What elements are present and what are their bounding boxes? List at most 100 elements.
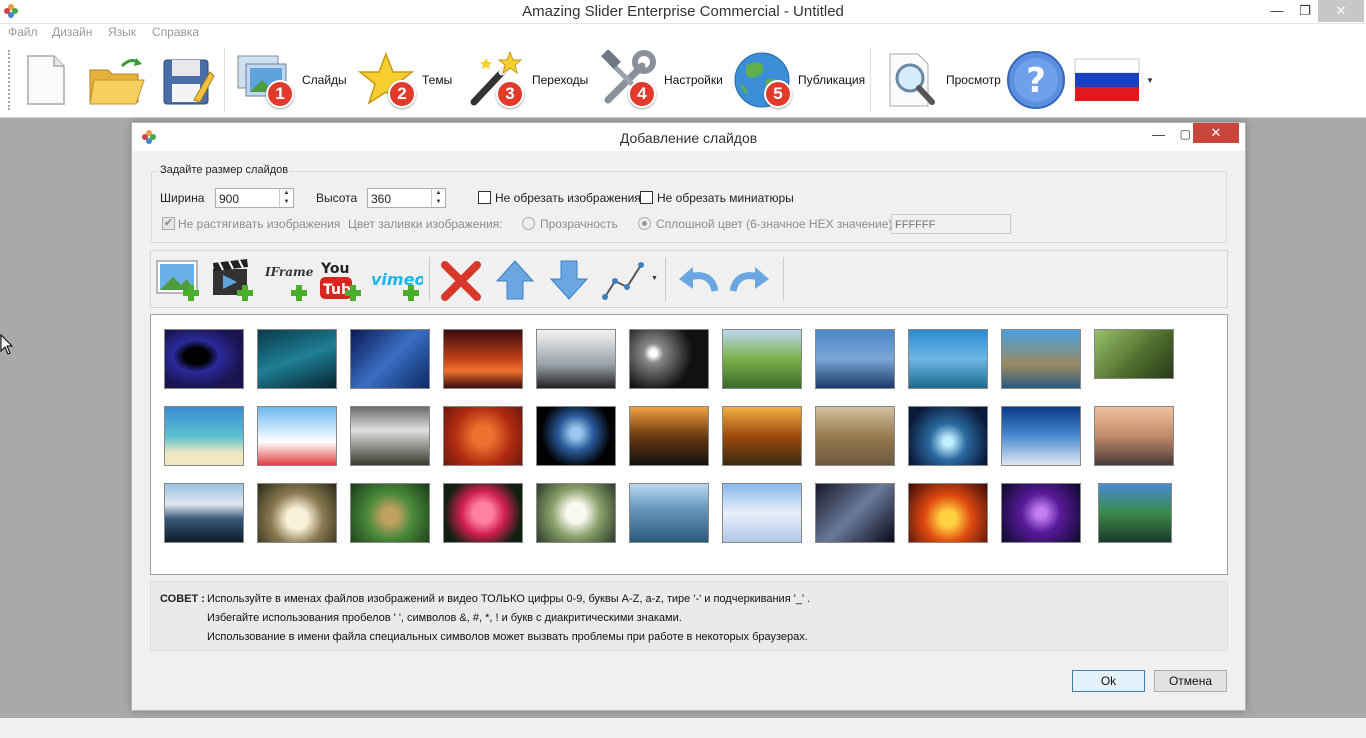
width-value: 900: [219, 192, 240, 206]
slide-thumbnail[interactable]: [443, 406, 523, 466]
delete-x-icon: [441, 261, 481, 301]
magnifier-icon: [889, 53, 935, 107]
delete-slide-button[interactable]: [437, 257, 485, 303]
slide-thumbnail[interactable]: [629, 483, 709, 543]
add-image-button[interactable]: [155, 257, 203, 303]
russian-flag-icon: [1074, 58, 1140, 101]
slide-thumbnail[interactable]: [1001, 483, 1081, 543]
slide-thumbnail[interactable]: [1001, 406, 1081, 466]
cancel-button[interactable]: Отмена: [1154, 670, 1227, 692]
publish-step-button[interactable]: 5 Публикация: [732, 48, 865, 112]
slides-step-button[interactable]: 1 Слайды: [236, 48, 347, 112]
help-button[interactable]: ?: [1006, 48, 1066, 112]
ok-button[interactable]: Ok: [1072, 670, 1145, 692]
new-project-button[interactable]: [22, 48, 70, 112]
solid-color-radio[interactable]: [638, 217, 651, 230]
slide-thumbnail[interactable]: [350, 406, 430, 466]
slide-thumbnail[interactable]: [1094, 329, 1174, 379]
undo-button[interactable]: [673, 257, 721, 303]
slide-thumbnail[interactable]: [815, 406, 895, 466]
no-crop-thumbs-checkbox[interactable]: [640, 191, 653, 204]
slide-thumbnail[interactable]: [1001, 329, 1081, 389]
slide-thumbnail[interactable]: [350, 329, 430, 389]
toolbar-grip: [8, 50, 10, 110]
no-stretch-checkbox[interactable]: ✔: [162, 217, 175, 230]
slide-thumbnail[interactable]: [1098, 483, 1172, 543]
open-project-button[interactable]: [86, 48, 146, 112]
add-youtube-button[interactable]: You Tub: [317, 257, 365, 303]
slide-thumbnail[interactable]: [815, 329, 895, 389]
menu-help[interactable]: Справка: [152, 25, 199, 39]
add-iframe-button[interactable]: IFrame: [263, 257, 313, 303]
slide-thumbnail[interactable]: [908, 329, 988, 389]
slide-thumbnail[interactable]: [536, 406, 616, 466]
slide-thumbnail[interactable]: [722, 329, 802, 389]
slide-thumbnail[interactable]: [443, 483, 523, 543]
minimize-button[interactable]: —: [1262, 0, 1292, 22]
slide-thumbnail[interactable]: [1094, 406, 1174, 466]
slide-thumbnail[interactable]: [257, 483, 337, 543]
slide-thumbnail[interactable]: [350, 483, 430, 543]
save-project-button[interactable]: [160, 48, 216, 112]
slide-thumbnail[interactable]: [629, 329, 709, 389]
slide-thumbnail[interactable]: [908, 406, 988, 466]
toolbar-separator: [429, 257, 430, 301]
toolbar-separator: [870, 48, 871, 112]
dialog-minimize-button[interactable]: —: [1152, 127, 1165, 142]
preview-button[interactable]: Просмотр: [884, 48, 1001, 112]
move-down-button[interactable]: [545, 257, 593, 303]
slide-thumbnail[interactable]: [257, 406, 337, 466]
move-up-button[interactable]: [491, 257, 539, 303]
undo-icon: [679, 267, 719, 292]
themes-step-button[interactable]: 2 Темы: [356, 48, 452, 112]
chevron-down-icon: ▼: [1146, 75, 1154, 85]
step-badge: 3: [496, 80, 524, 108]
slide-thumbnail[interactable]: [164, 406, 244, 466]
new-file-icon: [27, 55, 65, 105]
svg-text:You: You: [320, 261, 349, 277]
slide-thumbnail[interactable]: [443, 329, 523, 389]
slide-thumbnail[interactable]: [536, 483, 616, 543]
slide-thumbnail[interactable]: [164, 483, 244, 543]
transitions-step-button[interactable]: 3 Переходы: [466, 48, 588, 112]
slide-thumbnail[interactable]: [164, 329, 244, 389]
width-spinbox[interactable]: 900 ▲ ▼: [215, 188, 294, 208]
no-crop-images-checkbox[interactable]: [478, 191, 491, 204]
slides-thumbnail-list[interactable]: [150, 314, 1228, 575]
close-button[interactable]: ✕: [1318, 0, 1364, 22]
redo-button[interactable]: [727, 257, 775, 303]
transparent-radio[interactable]: [522, 217, 535, 230]
help-question-icon: ?: [1007, 51, 1065, 109]
slide-thumbnail[interactable]: [629, 406, 709, 466]
no-crop-images-label: Не обрезать изображения: [495, 191, 641, 205]
slide-thumbnail[interactable]: [908, 483, 988, 543]
fill-color-label: Цвет заливки изображения:: [348, 217, 503, 231]
hex-color-input[interactable]: FFFFFF: [891, 214, 1011, 234]
slide-thumbnail[interactable]: [722, 483, 802, 543]
width-spin-arrows[interactable]: ▲ ▼: [279, 189, 293, 207]
maximize-button[interactable]: ❐: [1290, 0, 1320, 22]
transition-curve-dropdown[interactable]: ▼: [599, 257, 663, 303]
add-vimeo-button[interactable]: vimeo: [371, 257, 425, 303]
language-flag-dropdown[interactable]: ▼: [1074, 48, 1154, 112]
publish-step-label: Публикация: [798, 73, 866, 87]
menu-language[interactable]: Язык: [108, 25, 136, 39]
save-disk-icon: [163, 59, 215, 105]
dialog-close-button[interactable]: ✕: [1193, 123, 1239, 143]
slide-thumbnail[interactable]: [722, 406, 802, 466]
settings-step-button[interactable]: 4 Настройки: [598, 48, 723, 112]
slide-thumbnail[interactable]: [815, 483, 895, 543]
menu-design[interactable]: Дизайн: [52, 25, 92, 39]
slide-thumbnail[interactable]: [257, 329, 337, 389]
slides-step-label: Слайды: [302, 73, 347, 87]
height-spinbox[interactable]: 360 ▲ ▼: [367, 188, 446, 208]
add-video-button[interactable]: [209, 257, 257, 303]
height-spin-arrows[interactable]: ▲ ▼: [431, 189, 445, 207]
slide-thumbnail[interactable]: [536, 329, 616, 389]
tip-label: СОВЕТ :: [160, 593, 205, 605]
no-crop-thumbs-label: Не обрезать миниатюры: [657, 191, 794, 205]
add-slides-dialog: Добавление слайдов — ▢ ✕ Задайте размер …: [131, 122, 1246, 711]
toolbar-separator: [224, 48, 225, 112]
menu-file[interactable]: Файл: [8, 25, 38, 39]
dialog-maximize-button[interactable]: ▢: [1180, 127, 1191, 141]
